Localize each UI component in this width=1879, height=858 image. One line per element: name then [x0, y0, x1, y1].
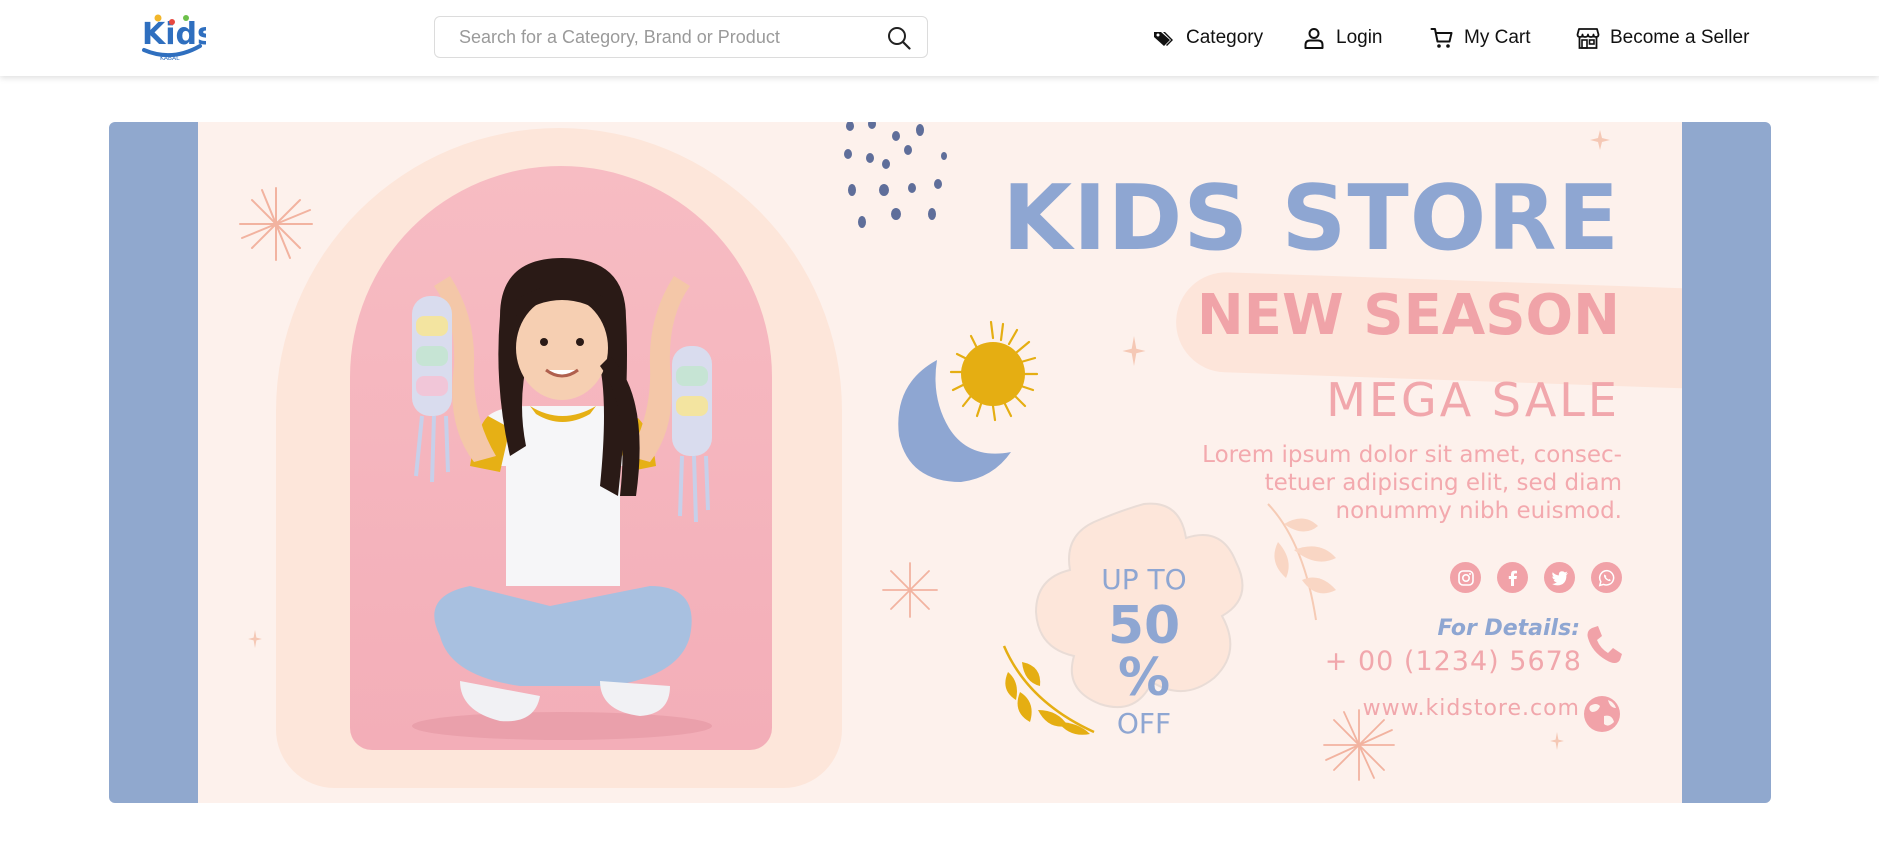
- star-icon: [248, 630, 262, 648]
- star-icon: [1590, 130, 1610, 150]
- promo-banner[interactable]: KIDS STORE NEW SEASON MEGA SALE Lorem ip…: [109, 122, 1771, 803]
- nav-login[interactable]: Login: [1302, 0, 1383, 76]
- website-link[interactable]: www.kidstore.com: [1363, 696, 1580, 721]
- discount-text: UP TO 50 % OFF: [1074, 566, 1214, 738]
- instagram-icon[interactable]: [1450, 562, 1481, 593]
- store-icon: [1576, 28, 1600, 49]
- logo-graphic: Kids KABAL: [142, 14, 215, 62]
- twitter-icon[interactable]: [1544, 562, 1575, 593]
- details-label: For Details:: [1437, 616, 1580, 641]
- logo-subtext: KABAL: [160, 55, 180, 62]
- discount-line3: OFF: [1116, 707, 1172, 740]
- social-links: [1450, 562, 1622, 593]
- banner-tagline: MEGA SALE: [1326, 373, 1620, 427]
- tag-icon: [1154, 32, 1173, 46]
- kid-photo: [350, 166, 772, 750]
- star-icon: [1122, 336, 1146, 366]
- facebook-icon[interactable]: [1497, 562, 1528, 593]
- nav-cart-label: My Cart: [1464, 27, 1531, 48]
- nav-login-label: Login: [1336, 27, 1383, 48]
- discount-line1: UP TO: [1101, 563, 1187, 596]
- banner-subtitle: NEW SEASON: [1196, 283, 1620, 348]
- cart-icon: [1430, 28, 1453, 48]
- nav-cart[interactable]: My Cart: [1430, 0, 1531, 76]
- star-icon: [1550, 732, 1564, 750]
- sparkle-icon: [882, 562, 938, 618]
- nav-category[interactable]: Category: [1152, 0, 1263, 76]
- top-header: Kids KABAL Category Login: [0, 0, 1879, 76]
- search-icon[interactable]: [887, 26, 911, 50]
- girl-illustration: [412, 258, 712, 740]
- phone-icon: [1587, 626, 1622, 663]
- sparkle-icon: [239, 187, 313, 261]
- banner-canvas: KIDS STORE NEW SEASON MEGA SALE Lorem ip…: [198, 122, 1682, 803]
- nav-category-label: Category: [1186, 27, 1264, 48]
- nav-seller-label: Become a Seller: [1610, 27, 1750, 48]
- banner-title: KIDS STORE: [1002, 166, 1620, 271]
- discount-percent: 50 %: [1107, 596, 1181, 708]
- leaf-icon: [1267, 503, 1336, 621]
- phone-number[interactable]: + 00 (1234) 5678: [1325, 646, 1582, 677]
- user-icon: [1304, 28, 1324, 49]
- whatsapp-icon[interactable]: [1591, 562, 1622, 593]
- search-bar[interactable]: [434, 16, 928, 58]
- globe-icon: [1584, 696, 1620, 732]
- dots-decoration: [844, 122, 947, 228]
- search-input[interactable]: [459, 17, 859, 57]
- kids-logo[interactable]: Kids KABAL: [138, 12, 215, 62]
- nav-become-seller[interactable]: Become a Seller: [1576, 0, 1749, 76]
- moon-sun-icon: [898, 320, 1039, 482]
